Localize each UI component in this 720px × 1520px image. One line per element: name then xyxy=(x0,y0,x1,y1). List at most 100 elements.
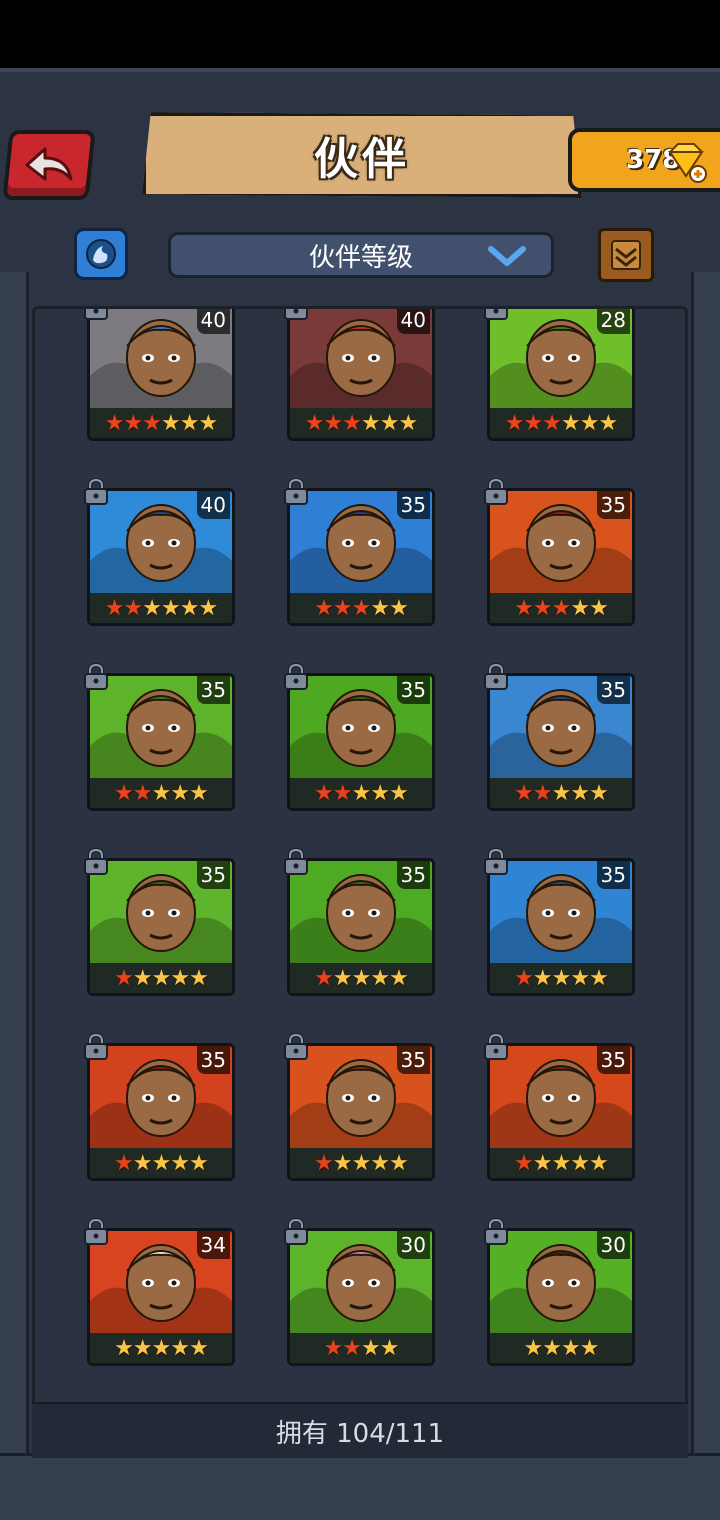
page-title: 伙伴 xyxy=(314,134,410,185)
star-icon: ★ xyxy=(189,1335,209,1361)
star-icon: ★ xyxy=(551,1150,572,1176)
star-icon: ★ xyxy=(589,965,609,991)
star-icon: ★ xyxy=(114,1150,134,1176)
star-icon: ★ xyxy=(161,595,181,621)
star-icon: ★ xyxy=(389,1150,409,1176)
companion-level: 35 xyxy=(196,676,230,704)
companion-card[interactable]: 35 ★ ★ ★ ★ ★ xyxy=(487,1043,635,1181)
star-icon: ★ xyxy=(189,780,209,806)
companion-level: 35 xyxy=(396,676,430,704)
star-icon: ★ xyxy=(361,1335,381,1361)
star-icon: ★ xyxy=(179,410,200,436)
star-icon: ★ xyxy=(351,965,372,991)
padlock-icon[interactable] xyxy=(481,1033,511,1061)
star-icon: ★ xyxy=(370,1150,390,1176)
star-icon: ★ xyxy=(389,595,409,621)
element-filter-button[interactable] xyxy=(74,228,128,280)
star-icon: ★ xyxy=(332,595,353,621)
companion-list[interactable]: 40 ★ ★ ★ ★ ★ ★ 40 ★ ★ ★ ★ ★ ★ 28 ★ ★ ★ ★ ★ ★ 40 ★ ★ ★ ★ ★ ★ 35 ★ ★ ★ ★ ★ 3… xyxy=(32,306,688,1456)
companion-level: 35 xyxy=(596,491,630,519)
star-icon: ★ xyxy=(370,965,390,991)
companion-card[interactable]: 40 ★ ★ ★ ★ ★ ★ xyxy=(287,309,435,441)
companion-card[interactable]: 35 ★ ★ ★ ★ ★ xyxy=(287,858,435,996)
owned-count-bar: 拥有 104/111 xyxy=(32,1402,688,1458)
companion-level: 35 xyxy=(196,861,230,889)
companion-card[interactable]: 35 ★ ★ ★ ★ ★ xyxy=(287,1043,435,1181)
star-rating: ★ ★ ★ ★ ★ xyxy=(490,963,632,993)
padlock-icon[interactable] xyxy=(281,848,311,876)
padlock-icon[interactable] xyxy=(481,478,511,506)
star-rating: ★ ★ ★ ★ ★ xyxy=(290,778,432,808)
padlock-icon[interactable] xyxy=(281,1033,311,1061)
companion-level: 30 xyxy=(396,1231,430,1259)
companion-level: 35 xyxy=(596,676,630,704)
title-banner: 伙伴 xyxy=(142,112,582,198)
star-icon: ★ xyxy=(132,1150,153,1176)
companion-card[interactable]: 30 ★ ★ ★ ★ xyxy=(487,1228,635,1366)
star-icon: ★ xyxy=(351,595,372,621)
star-icon: ★ xyxy=(170,965,190,991)
star-rating: ★ ★ ★ ★ ★ xyxy=(490,778,632,808)
padlock-icon[interactable] xyxy=(481,306,511,321)
star-icon: ★ xyxy=(142,595,162,621)
companion-card[interactable]: 40 ★ ★ ★ ★ ★ ★ xyxy=(87,309,235,441)
back-button[interactable] xyxy=(2,130,96,200)
star-rating: ★ ★ ★ ★ xyxy=(290,1333,432,1363)
star-rating: ★ ★ ★ ★ ★ xyxy=(290,593,432,623)
star-icon: ★ xyxy=(398,410,418,436)
star-icon: ★ xyxy=(189,1150,209,1176)
star-rating: ★ ★ ★ ★ ★ xyxy=(290,1148,432,1178)
padlock-icon[interactable] xyxy=(481,848,511,876)
padlock-icon[interactable] xyxy=(81,1218,111,1246)
star-icon: ★ xyxy=(389,965,409,991)
companion-card[interactable]: 40 ★ ★ ★ ★ ★ ★ xyxy=(87,488,235,626)
star-icon: ★ xyxy=(370,780,390,806)
star-icon: ★ xyxy=(579,410,600,436)
companion-level: 28 xyxy=(596,309,630,334)
star-icon: ★ xyxy=(314,595,334,621)
sort-dropdown[interactable]: 伙伴等级 xyxy=(168,232,554,278)
padlock-icon[interactable] xyxy=(281,1218,311,1246)
gem-counter[interactable]: 378 xyxy=(568,128,720,192)
padlock-icon[interactable] xyxy=(281,663,311,691)
padlock-icon[interactable] xyxy=(481,1218,511,1246)
companion-card[interactable]: 35 ★ ★ ★ ★ ★ xyxy=(487,673,635,811)
star-icon: ★ xyxy=(104,410,125,436)
element-filter-icon xyxy=(86,239,116,269)
companion-card[interactable]: 35 ★ ★ ★ ★ ★ xyxy=(87,858,235,996)
star-icon: ★ xyxy=(370,595,390,621)
star-rating: ★ ★ ★ ★ ★ xyxy=(90,1148,232,1178)
padlock-icon[interactable] xyxy=(81,848,111,876)
star-icon: ★ xyxy=(589,1150,609,1176)
star-icon: ★ xyxy=(198,595,218,621)
star-icon: ★ xyxy=(179,595,200,621)
companion-card[interactable]: 30 ★ ★ ★ ★ xyxy=(287,1228,435,1366)
star-rating: ★ ★ ★ ★ ★ xyxy=(490,1148,632,1178)
padlock-icon[interactable] xyxy=(81,306,111,321)
back-arrow-icon xyxy=(25,147,73,181)
companion-card[interactable]: 35 ★ ★ ★ ★ ★ xyxy=(87,1043,235,1181)
padlock-icon[interactable] xyxy=(481,663,511,691)
padlock-icon[interactable] xyxy=(281,478,311,506)
star-icon: ★ xyxy=(198,410,218,436)
companion-level: 35 xyxy=(196,1046,230,1074)
companion-card[interactable]: 35 ★ ★ ★ ★ ★ xyxy=(87,673,235,811)
companion-card[interactable]: 35 ★ ★ ★ ★ ★ xyxy=(487,488,635,626)
padlock-icon[interactable] xyxy=(81,1033,111,1061)
companion-card[interactable]: 35 ★ ★ ★ ★ ★ xyxy=(287,673,435,811)
star-icon: ★ xyxy=(561,410,581,436)
padlock-icon[interactable] xyxy=(81,663,111,691)
companion-card[interactable]: 28 ★ ★ ★ ★ ★ ★ xyxy=(487,309,635,441)
companion-card[interactable]: 35 ★ ★ ★ ★ ★ xyxy=(487,858,635,996)
companion-level: 40 xyxy=(396,309,430,334)
star-icon: ★ xyxy=(189,965,209,991)
star-icon: ★ xyxy=(314,965,334,991)
star-icon: ★ xyxy=(532,595,553,621)
padlock-icon[interactable] xyxy=(81,478,111,506)
companion-level: 30 xyxy=(596,1231,630,1259)
companion-card[interactable]: 34 ★ ★ ★ ★ ★ xyxy=(87,1228,235,1366)
padlock-icon[interactable] xyxy=(281,306,311,321)
companion-card[interactable]: 35 ★ ★ ★ ★ ★ xyxy=(287,488,435,626)
scroll-button[interactable] xyxy=(598,228,654,282)
star-icon: ★ xyxy=(114,780,134,806)
